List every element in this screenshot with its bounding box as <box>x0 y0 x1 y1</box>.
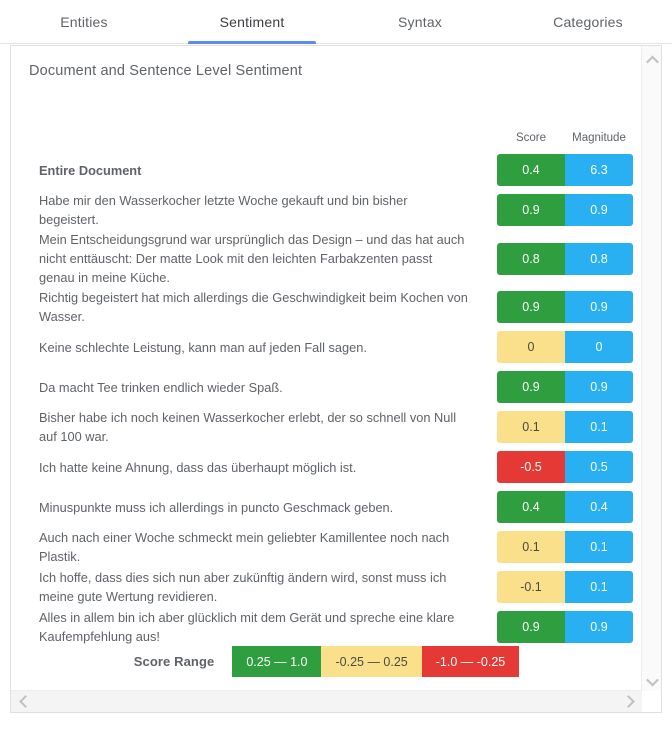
tab-active-indicator <box>188 41 316 44</box>
magnitude-chip: 0.1 <box>565 571 633 603</box>
tab-entities[interactable]: Entities <box>0 0 168 44</box>
tab-sentiment[interactable]: Sentiment <box>168 0 336 44</box>
score-chip: -0.1 <box>497 571 565 603</box>
magnitude-chip: 0.9 <box>565 194 633 226</box>
magnitude-chip: 0.9 <box>565 371 633 403</box>
magnitude-chip: 0.1 <box>565 411 633 443</box>
score-chip: 0 <box>497 331 565 363</box>
magnitude-chip: 0.5 <box>565 451 633 483</box>
magnitude-chip: 0.8 <box>565 242 633 275</box>
sentence-text: Habe mir den Wasserkocher letzte Woche g… <box>39 193 408 227</box>
sentence-row[interactable]: Bisher habe ich noch keinen Wasserkocher… <box>11 407 642 447</box>
legend-label: Score Range <box>133 654 215 669</box>
sentence-row[interactable]: Habe mir den Wasserkocher letzte Woche g… <box>11 190 642 230</box>
legend-segment-green: 0.25 — 1.0 <box>232 646 322 677</box>
score-chip: 0.9 <box>497 291 565 323</box>
sentence-text: Alles in allem bin ich aber glücklich mi… <box>39 610 455 644</box>
score-chips: 0.9 0.9 <box>497 291 633 323</box>
magnitude-chip: 0.9 <box>565 611 633 643</box>
magnitude-chip: 6.3 <box>565 154 633 186</box>
score-chip: 0.9 <box>497 194 565 226</box>
score-chips: 0.9 0.9 <box>497 371 633 403</box>
score-chips: 0.1 0.1 <box>497 411 633 443</box>
score-chips: 0.8 0.8 <box>497 242 633 275</box>
score-chip: 0.9 <box>497 611 565 643</box>
tab-label: Syntax <box>398 14 442 30</box>
sentence-row[interactable]: Da macht Tee trinken endlich wieder Spaß… <box>11 367 642 407</box>
sentence-text: Keine schlechte Leistung, kann man auf j… <box>39 339 367 355</box>
chevron-left-icon[interactable] <box>18 695 32 709</box>
tab-label: Categories <box>553 14 623 30</box>
sentiment-panel: Document and Sentence Level Sentiment Sc… <box>10 45 662 713</box>
sentence-text: Richtig begeistert hat mich allerdings d… <box>39 290 468 324</box>
magnitude-chip: 0 <box>565 331 633 363</box>
score-chips: -0.1 0.1 <box>497 571 633 603</box>
score-chip: 0.1 <box>497 411 565 443</box>
score-chips: 0.1 0.1 <box>497 531 633 563</box>
score-chip: -0.5 <box>497 451 565 483</box>
score-chip: 0.9 <box>497 371 565 403</box>
page-title: Document and Sentence Level Sentiment <box>29 63 303 79</box>
document-row[interactable]: Entire Document 0.4 6.3 <box>11 150 642 190</box>
sentence-row[interactable]: Ich hatte keine Ahnung, dass das überhau… <box>11 447 642 487</box>
column-headers: Score Magnitude <box>497 132 633 144</box>
legend-segment-yellow: -0.25 — 0.25 <box>321 646 422 677</box>
legend-segment-red: -1.0 — -0.25 <box>421 646 520 677</box>
vertical-scrollbar[interactable] <box>641 46 661 691</box>
score-chips: 0.9 0.9 <box>497 611 633 643</box>
sentence-row[interactable]: Ich hoffe, dass dies sich nun aber zukün… <box>11 567 642 607</box>
sentence-text: Ich hatte keine Ahnung, dass das überhau… <box>39 459 357 475</box>
chevron-right-icon[interactable] <box>621 695 635 709</box>
score-chips: 0.9 0.9 <box>497 194 633 226</box>
tab-label: Sentiment <box>219 14 285 30</box>
score-chips: 0.4 6.3 <box>497 154 633 186</box>
column-header-score: Score <box>515 132 547 144</box>
tab-categories[interactable]: Categories <box>504 0 672 44</box>
sentence-text: Auch nach einer Woche schmeckt mein geli… <box>39 530 450 564</box>
chevron-down-icon[interactable] <box>642 671 662 691</box>
sentence-text: Ich hoffe, dass dies sich nun aber zukün… <box>39 570 447 604</box>
score-chip: 0.1 <box>497 531 565 563</box>
score-chip: 0.4 <box>497 154 565 186</box>
chevron-up-icon[interactable] <box>642 50 662 70</box>
sentence-text: Da macht Tee trinken endlich wieder Spaß… <box>39 379 283 395</box>
tab-bar: Entities Sentiment Syntax Categories <box>0 0 672 44</box>
score-chip: 0.4 <box>497 491 565 523</box>
sentence-text: Mein Entscheidungsgrund war ursprünglich… <box>39 232 465 285</box>
score-chips: -0.5 0.5 <box>497 451 633 483</box>
sentence-text: Entire Document <box>39 162 142 178</box>
magnitude-chip: 0.9 <box>565 291 633 323</box>
score-range-legend: Score Range 0.25 — 1.0 -0.25 — 0.25 -1.0 —… <box>11 646 642 677</box>
tab-syntax[interactable]: Syntax <box>336 0 504 44</box>
sentiment-content: Document and Sentence Level Sentiment Sc… <box>11 46 642 691</box>
sentence-row[interactable]: Minuspunkte muss ich allerdings in punct… <box>11 487 642 527</box>
score-chips: 0.4 0.4 <box>497 491 633 523</box>
column-header-magnitude: Magnitude <box>572 132 626 144</box>
sentence-row[interactable]: Auch nach einer Woche schmeckt mein geli… <box>11 527 642 567</box>
score-chip: 0.8 <box>497 242 565 275</box>
magnitude-chip: 0.1 <box>565 531 633 563</box>
legend-bar: 0.25 — 1.0 -0.25 — 0.25 -1.0 — -0.25 <box>232 646 520 677</box>
sentence-row[interactable]: Mein Entscheidungsgrund war ursprünglich… <box>11 230 642 287</box>
tab-label: Entities <box>60 14 108 30</box>
magnitude-chip: 0.4 <box>565 491 633 523</box>
sentence-row[interactable]: Richtig begeistert hat mich allerdings d… <box>11 287 642 327</box>
sentence-text: Bisher habe ich noch keinen Wasserkocher… <box>39 410 457 444</box>
sentence-row[interactable]: Keine schlechte Leistung, kann man auf j… <box>11 327 642 367</box>
score-chips: 00 <box>497 331 633 363</box>
horizontal-scrollbar[interactable] <box>11 690 642 712</box>
sentence-list: Entire Document 0.4 6.3 Habe mir den Wasser… <box>11 150 642 647</box>
sentiment-analysis-screen: Entities Sentiment Syntax Categories Docume… <box>0 0 672 734</box>
sentence-text: Minuspunkte muss ich allerdings in punct… <box>39 499 394 515</box>
sentence-row[interactable]: Alles in allem bin ich aber glücklich mi… <box>11 607 642 647</box>
